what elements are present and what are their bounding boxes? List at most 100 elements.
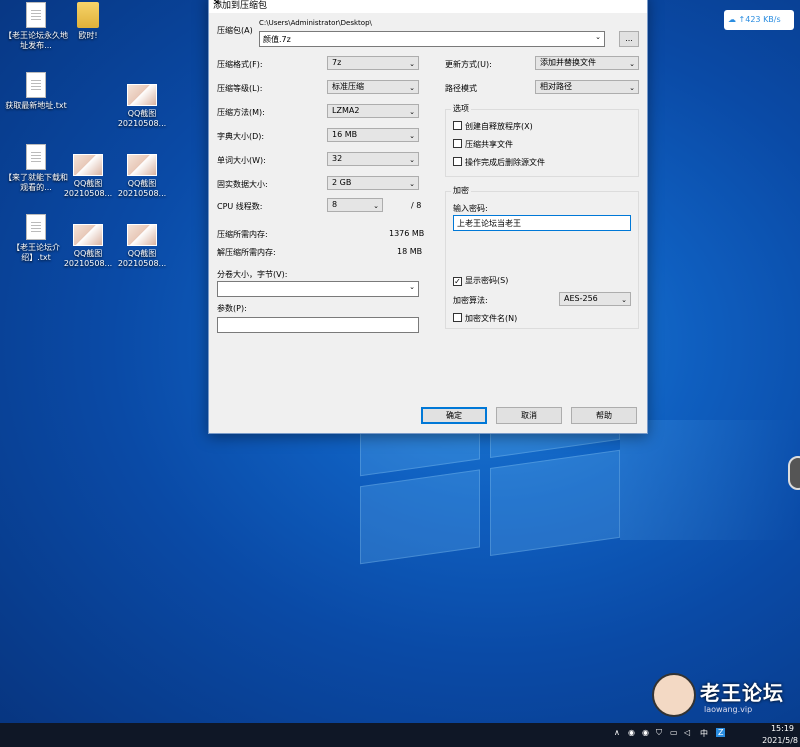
chevron-down-icon: ⌄ bbox=[409, 84, 415, 92]
text-file-icon bbox=[26, 144, 46, 170]
password-label: 输入密码: bbox=[453, 204, 488, 213]
speaker-icon[interactable]: ◁ bbox=[684, 728, 690, 737]
floating-side-ball[interactable] bbox=[788, 456, 800, 490]
chevron-down-icon: ⌄ bbox=[629, 84, 635, 92]
desktop-icon-image[interactable]: QQ截图20210508... bbox=[110, 222, 174, 269]
close-icon[interactable]: ✕ bbox=[213, 0, 639, 8]
method-label: 压缩方法(M): bbox=[217, 108, 265, 117]
path-mode-label: 路径模式 bbox=[445, 84, 477, 93]
chevron-down-icon: ⌄ bbox=[409, 180, 415, 188]
show-password-checkbox[interactable]: ✓ 显示密码(S) bbox=[453, 275, 508, 286]
desktop-icon-image[interactable]: QQ截图20210508... bbox=[110, 82, 174, 129]
options-title: 选项 bbox=[451, 103, 471, 114]
update-label: 更新方式(U): bbox=[445, 60, 492, 69]
chevron-up-icon[interactable]: ∧ bbox=[614, 728, 620, 737]
archive-name-value: 颜值.7z bbox=[263, 35, 291, 44]
password-value: 上老王论坛当老王 bbox=[457, 219, 521, 228]
archive-name-input[interactable]: 颜值.7z ⌄ bbox=[259, 31, 605, 47]
ok-button[interactable]: 确定 bbox=[421, 407, 487, 424]
encrypt-names-checkbox[interactable]: 加密文件名(N) bbox=[453, 313, 517, 324]
image-thumbnail-icon bbox=[73, 154, 103, 176]
mem-comp-label: 压缩所需内存: bbox=[217, 230, 268, 239]
update-select[interactable]: 添加并替换文件 ⌄ bbox=[535, 56, 639, 70]
old-man-face-icon bbox=[652, 673, 696, 717]
clock-date[interactable]: 2021/5/8 bbox=[762, 736, 798, 745]
clock-time[interactable]: 15:19 bbox=[771, 724, 794, 733]
level-label: 压缩等级(L): bbox=[217, 84, 263, 93]
checkbox-box bbox=[453, 157, 462, 166]
format-select[interactable]: 7z ⌄ bbox=[327, 56, 419, 70]
add-to-archive-dialog: 添加到压缩包 ✕ 压缩包(A) C:\Users\Administrator\D… bbox=[208, 0, 648, 434]
system-tray: ∧ ◉ ◉ ⛉ ▭ ◁ 中 Z 15:19 2021/5/8 bbox=[610, 723, 800, 747]
browse-button[interactable]: ... bbox=[619, 31, 639, 47]
taskbar: ∧ ◉ ◉ ⛉ ▭ ◁ 中 Z 15:19 2021/5/8 bbox=[0, 723, 800, 747]
network-speed-value: ↑423 KB/s bbox=[738, 15, 781, 24]
word-label: 单词大小(W): bbox=[217, 156, 266, 165]
dialog-titlebar[interactable]: 添加到压缩包 ✕ bbox=[209, 0, 647, 13]
chevron-down-icon: ⌄ bbox=[409, 60, 415, 68]
network-icon[interactable]: ▭ bbox=[670, 728, 678, 737]
chevron-down-icon: ⌄ bbox=[409, 283, 415, 291]
format-label: 压缩格式(F): bbox=[217, 60, 263, 69]
params-input[interactable] bbox=[217, 317, 419, 333]
desktop-icon-folder[interactable]: 欧时! bbox=[56, 2, 120, 41]
chevron-down-icon[interactable]: ⌄ bbox=[595, 33, 601, 41]
image-thumbnail-icon bbox=[127, 84, 157, 106]
params-label: 参数(P): bbox=[217, 304, 247, 313]
image-thumbnail-icon bbox=[127, 224, 157, 246]
desktop-icon-image[interactable]: QQ截图20210508... bbox=[110, 152, 174, 199]
archive-path: C:\Users\Administrator\Desktop\ bbox=[259, 19, 372, 27]
cpu-label: CPU 线程数: bbox=[217, 202, 263, 211]
password-input[interactable]: 上老王论坛当老王 bbox=[453, 215, 631, 231]
checkbox-box bbox=[453, 313, 462, 322]
mem-comp-value: 1376 MB bbox=[389, 229, 425, 238]
cloud-icon: ☁ bbox=[728, 15, 736, 24]
dict-select[interactable]: 16 MB ⌄ bbox=[327, 128, 419, 142]
checkbox-box bbox=[453, 121, 462, 130]
wallpaper-light-beam bbox=[620, 420, 800, 540]
split-label: 分卷大小，字节(V): bbox=[217, 270, 288, 279]
split-size-combo[interactable]: ⌄ bbox=[217, 281, 419, 297]
chevron-down-icon: ⌄ bbox=[373, 202, 379, 210]
chevron-down-icon: ⌄ bbox=[629, 60, 635, 68]
help-button[interactable]: 帮助 bbox=[571, 407, 637, 424]
qq-icon[interactable]: ◉ bbox=[628, 728, 635, 737]
delete-after-checkbox[interactable]: 操作完成后删除源文件 bbox=[453, 157, 545, 168]
desktop-icon-doc[interactable]: 获取最新地址.txt bbox=[4, 72, 68, 111]
word-select[interactable]: 32 ⌄ bbox=[327, 152, 419, 166]
watermark-subtext: laowang.vip bbox=[704, 705, 753, 714]
level-select[interactable]: 标准压缩 ⌄ bbox=[327, 80, 419, 94]
ime-indicator[interactable]: 中 bbox=[700, 728, 708, 739]
compress-shared-checkbox[interactable]: 压缩共享文件 bbox=[453, 139, 513, 150]
cpu-total: / 8 bbox=[411, 201, 422, 210]
method-select[interactable]: LZMA2 ⌄ bbox=[327, 104, 419, 118]
enc-method-select[interactable]: AES-256 ⌄ bbox=[559, 292, 631, 306]
create-sfx-checkbox[interactable]: 创建自释放程序(X) bbox=[453, 121, 533, 132]
chevron-down-icon: ⌄ bbox=[409, 132, 415, 140]
network-speed-widget[interactable]: ☁ ↑423 KB/s bbox=[724, 10, 794, 30]
solid-select[interactable]: 2 GB ⌄ bbox=[327, 176, 419, 190]
chevron-down-icon: ⌄ bbox=[621, 296, 627, 304]
path-mode-select[interactable]: 相对路径 ⌄ bbox=[535, 80, 639, 94]
image-thumbnail-icon bbox=[73, 224, 103, 246]
shield-icon[interactable]: ⛉ bbox=[656, 728, 662, 738]
text-file-icon bbox=[26, 72, 46, 98]
cancel-button[interactable]: 取消 bbox=[496, 407, 562, 424]
watermark-text: 老王论坛 bbox=[700, 681, 784, 705]
checkmark-icon: ✓ bbox=[453, 277, 462, 286]
solid-label: 固实数据大小: bbox=[217, 180, 268, 189]
image-thumbnail-icon bbox=[127, 154, 157, 176]
mem-decomp-label: 解压缩所需内存: bbox=[217, 248, 276, 257]
text-file-icon bbox=[26, 214, 46, 240]
app-tray-icon[interactable]: Z bbox=[716, 728, 726, 737]
folder-icon bbox=[77, 2, 99, 28]
text-file-icon bbox=[26, 2, 46, 28]
chevron-down-icon: ⌄ bbox=[409, 156, 415, 164]
forum-watermark: 老王论坛 laowang.vip bbox=[652, 673, 792, 721]
mem-decomp-value: 18 MB bbox=[397, 247, 423, 256]
chevron-down-icon: ⌄ bbox=[409, 108, 415, 116]
archive-label: 压缩包(A) bbox=[217, 26, 253, 35]
checkbox-box bbox=[453, 139, 462, 148]
cpu-select[interactable]: 8 ⌄ bbox=[327, 198, 383, 212]
qq-icon[interactable]: ◉ bbox=[642, 728, 649, 737]
